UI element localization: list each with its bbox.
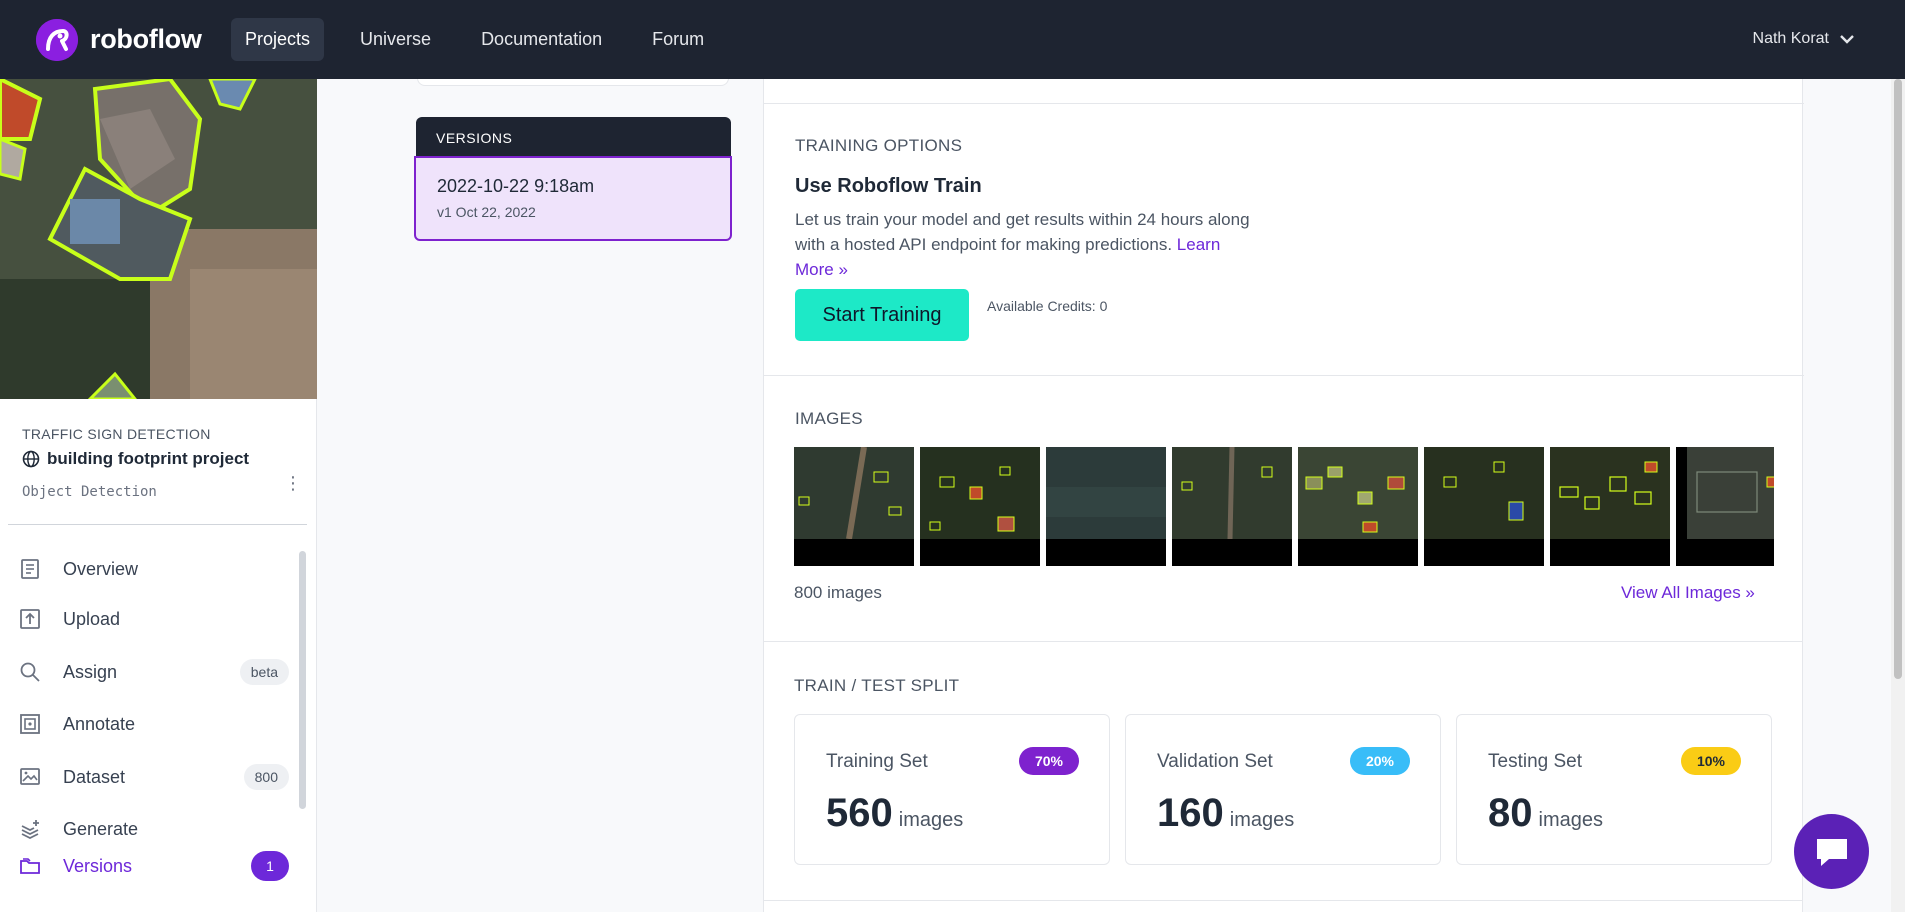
brand-name: roboflow (90, 24, 202, 54)
sidebar-item-generate[interactable]: Generate (0, 809, 300, 849)
split-card-count: 80 images (1488, 791, 1603, 836)
image-thumbnail[interactable] (920, 447, 1040, 566)
image-thumbnail[interactable] (1046, 447, 1166, 566)
nav-forum[interactable]: Forum (638, 18, 718, 61)
split-card-count: 560 images (826, 791, 963, 836)
section-divider (763, 641, 1803, 642)
split-card-label: Validation Set (1157, 751, 1273, 772)
sidebar-item-label: Overview (63, 558, 139, 579)
sidebar-item-versions[interactable]: Versions 1 (0, 846, 300, 886)
roboflow-logo-icon (36, 18, 78, 61)
split-count-value: 80 (1488, 791, 1533, 835)
version-title: 2022-10-22 9:18am (437, 176, 595, 196)
split-count-value: 560 (826, 791, 893, 835)
image-thumbnail[interactable] (1550, 447, 1670, 566)
scrollbar-thumb[interactable] (1894, 79, 1902, 679)
training-set-card: Training Set 70% 560 images (794, 714, 1110, 865)
split-percent-badge: 70% (1019, 747, 1079, 775)
dataset-count-badge: 800 (243, 764, 289, 790)
testing-set-card: Testing Set 10% 80 images (1456, 714, 1772, 865)
generate-icon (21, 820, 39, 840)
sidebar-item-upload[interactable]: Upload (0, 599, 300, 639)
sidebar-item-overview[interactable]: Overview (0, 549, 300, 589)
brand[interactable]: roboflow (36, 18, 231, 61)
section-divider (764, 103, 1804, 104)
project-sidebar: TRAFFIC SIGN DETECTION building footprin… (0, 79, 317, 912)
split-card-label: Testing Set (1488, 751, 1582, 772)
split-percent-badge: 20% (1350, 747, 1410, 775)
sidebar-item-label: Generate (63, 818, 139, 839)
sidebar-item-label: Versions (63, 855, 133, 876)
sidebar-item-label: Annotate (63, 713, 136, 734)
split-percent-badge: 10% (1681, 747, 1741, 775)
image-thumbnails (794, 447, 1774, 566)
sidebar-item-label: Dataset (63, 766, 126, 787)
section-divider (763, 900, 1803, 901)
split-count-unit: images (1538, 809, 1603, 831)
project-type: Object Detection (22, 484, 157, 500)
split-count-unit: images (1229, 809, 1295, 831)
nav-universe[interactable]: Universe (346, 18, 445, 61)
split-count-unit: images (898, 809, 964, 831)
training-heading: Use Roboflow Train (795, 175, 982, 197)
image-thumbnail[interactable] (1298, 447, 1418, 566)
folder-icon (20, 858, 40, 874)
image-thumbnail[interactable] (1424, 447, 1544, 566)
image-thumbnail[interactable] (794, 447, 914, 566)
sidebar-item-assign[interactable]: Assign beta (0, 652, 300, 692)
sidebar-item-annotate[interactable]: Annotate (0, 704, 300, 744)
chat-icon (1816, 838, 1847, 866)
version-subtitle: v1 Oct 22, 2022 (437, 204, 536, 220)
sidebar-item-dataset[interactable]: Dataset 800 (0, 757, 300, 797)
sidebar-item-label: Upload (63, 608, 121, 629)
split-card-label: Training Set (826, 751, 928, 772)
page-scrollbar[interactable] (1891, 79, 1905, 912)
split-section-title: TRAIN / TEST SPLIT (794, 676, 960, 695)
chat-button[interactable] (1794, 814, 1869, 889)
overview-icon (21, 559, 39, 579)
globe-icon (22, 450, 40, 468)
split-count-value: 160 (1157, 791, 1224, 835)
sidebar-item-label: Assign (63, 661, 118, 682)
project-name-label: building footprint project (47, 449, 250, 468)
upload-icon (20, 609, 40, 629)
version-item[interactable]: 2022-10-22 9:18am v1 Oct 22, 2022 (414, 156, 732, 241)
section-divider (764, 375, 1804, 376)
sidebar-divider (8, 524, 307, 525)
project-thumbnail (0, 79, 317, 399)
dataset-icon (20, 768, 40, 785)
images-section-title: IMAGES (795, 409, 863, 428)
more-options-icon[interactable]: ⋮ (284, 474, 302, 492)
beta-badge: beta (239, 659, 289, 685)
versions-count-badge: 1 (251, 851, 289, 881)
sidebar-scrollbar[interactable] (299, 551, 306, 809)
split-card-count: 160 images (1157, 791, 1294, 836)
user-name: Nath Korat (1752, 30, 1829, 47)
start-training-button[interactable]: Start Training (795, 289, 969, 341)
user-menu[interactable]: Nath Korat (1753, 30, 1855, 48)
versions-header: VERSIONS (416, 117, 731, 157)
training-description: Let us train your model and get results … (795, 207, 1255, 282)
search-icon (20, 662, 40, 682)
annotate-icon (20, 714, 40, 734)
nav-projects[interactable]: Projects (231, 18, 325, 61)
nav-documentation[interactable]: Documentation (467, 18, 616, 61)
image-thumbnail[interactable] (1172, 447, 1292, 566)
training-section-title: TRAINING OPTIONS (795, 136, 963, 155)
available-credits: Available Credits: 0 (987, 298, 1108, 314)
chevron-down-icon (1840, 35, 1854, 44)
validation-set-card: Validation Set 20% 160 images (1125, 714, 1441, 865)
image-count: 800 images (794, 583, 882, 602)
project-name[interactable]: building footprint project (22, 449, 249, 469)
top-navbar: roboflow Projects Universe Documentation… (0, 0, 1905, 79)
project-kicker: TRAFFIC SIGN DETECTION (22, 426, 211, 442)
view-all-images-link[interactable]: View All Images » (1621, 583, 1755, 603)
image-thumbnail[interactable] (1676, 447, 1774, 566)
